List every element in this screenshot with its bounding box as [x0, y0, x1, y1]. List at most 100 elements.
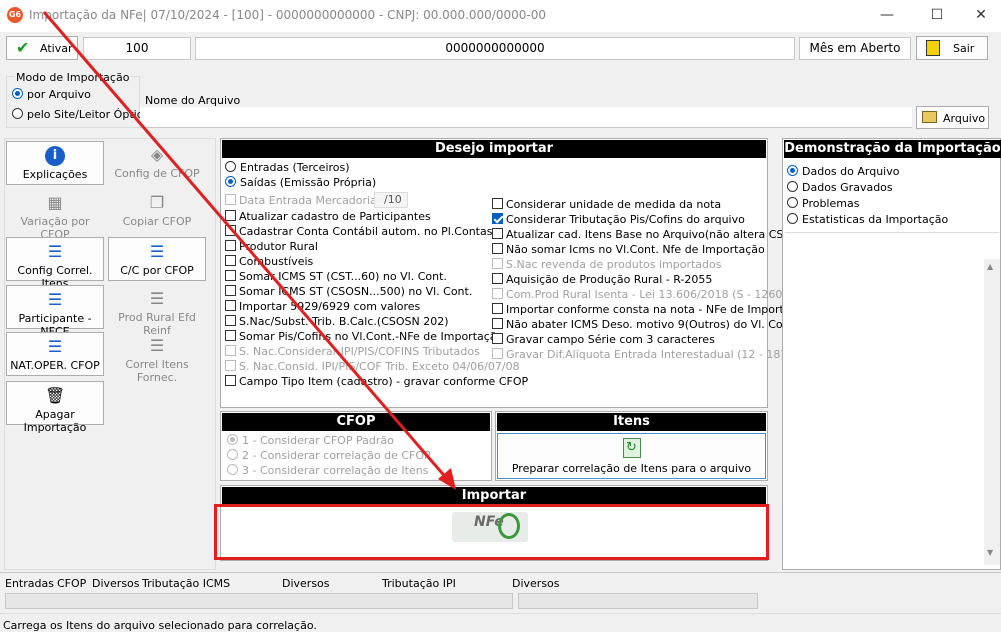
file-name-input[interactable]	[140, 107, 912, 128]
left-checkbox-9[interactable]: Somar Pis/Cofins no Vl.Cont.-NFe de Impo…	[225, 330, 503, 343]
apagar-importacao-label: Apagar Importação	[23, 408, 87, 434]
cc-por-cfop-button[interactable]: ☰ C/C por CFOP	[108, 237, 206, 281]
checkbox-icon	[225, 300, 236, 311]
cfop-opt3-label: 3 - Considerar correlação de Itens	[242, 464, 429, 477]
itens-header: Itens	[497, 413, 766, 431]
checkbox-icon	[225, 375, 236, 386]
scroll-down-icon[interactable]: ▼	[987, 548, 993, 557]
tree-icon: ◈	[150, 145, 164, 164]
arquivo-label: Arquivo	[943, 112, 986, 125]
checkbox-icon	[492, 243, 503, 254]
right-checkbox-label: Considerar unidade de medida da nota	[506, 198, 722, 211]
right-checkbox-4[interactable]: Não somar Icms no Vl.Cont. Nfe de Import…	[492, 243, 765, 256]
apagar-importacao-button[interactable]: 🗑 Apagar Importação	[6, 381, 104, 434]
scroll-up-icon[interactable]: ▲	[987, 262, 993, 271]
checkbox-icon	[225, 330, 236, 341]
nfe-import-button[interactable]: NFe	[452, 512, 528, 542]
left-checkbox-7[interactable]: Importar 5929/6929 com valores	[225, 300, 420, 313]
mode-file-radio[interactable]: por Arquivo	[12, 88, 91, 101]
demo-divider	[785, 232, 999, 233]
preparar-correlacao-button[interactable]: ↻ Preparar correlação de Itens para o ar…	[497, 433, 766, 479]
participante-nfce-button[interactable]: ☰Participante - NFCE	[6, 285, 104, 338]
list-icon: ☰	[149, 336, 165, 355]
left-checkbox-label: Combustíveis	[239, 255, 314, 268]
config-correl-itens-button[interactable]: ☰ Config Correl. Itens	[6, 237, 104, 290]
left-checkbox-6[interactable]: Somar ICMS ST (CSOSN...500) no Vl. Cont.	[225, 285, 472, 298]
left-checkbox-label: S. Nac.Consid. IPI/PIS/COF Trib. Exceto …	[239, 360, 520, 373]
checkbox-icon	[492, 258, 503, 269]
left-checkbox-12[interactable]: Campo Tipo Item (cadastro) - gravar conf…	[225, 375, 528, 388]
nat-oper-cfop-button[interactable]: ☰ NAT.OPER. CFOP	[6, 332, 104, 376]
copiar-cfop-label: Copiar CFOP	[122, 215, 192, 228]
cfop-opt1-radio: 1 - Considerar CFOP Padrão	[227, 434, 394, 447]
demo-problemas-radio[interactable]: Problemas	[787, 197, 859, 210]
left-checkbox-label: Importar 5929/6929 com valores	[239, 300, 421, 313]
mode-site-radio[interactable]: pelo Site/Leitor Óptico	[12, 108, 149, 121]
edit-list-icon: ☰	[149, 289, 165, 308]
trash-icon: 🗑	[45, 386, 66, 405]
summary-entradas: Entradas	[5, 577, 54, 590]
close-button[interactable]: ✕	[958, 0, 1001, 30]
radio-selected-icon	[12, 88, 23, 99]
left-checkbox-1[interactable]: Atualizar cadastro de Participantes	[225, 210, 431, 223]
entradas-radio[interactable]: Entradas (Terceiros)	[225, 161, 350, 174]
demo-scrollbar[interactable]: ▲ ▼	[984, 259, 1000, 565]
right-checkbox-9[interactable]: Não abater ICMS Deso. motivo 9(Outros) d…	[492, 318, 797, 331]
checkbox-icon	[492, 273, 503, 284]
company-code: 100	[83, 37, 191, 60]
right-checkbox-3[interactable]: Atualizar cad. Itens Base no Arquivo(não…	[492, 228, 794, 241]
checkbox-icon	[225, 194, 236, 205]
title-bar: G6 Importação da NFe| 07/10/2024 - [100]…	[0, 0, 1001, 32]
checkbox-icon	[225, 360, 236, 371]
copy-icon: ❐	[149, 193, 165, 212]
right-checkbox-2[interactable]: Considerar Tributação Pis/Cofins do arqu…	[492, 213, 745, 226]
summary-diversos-2: Diversos	[282, 577, 330, 590]
demo-opt1-label: Dados do Arquivo	[802, 165, 900, 178]
right-checkbox-8[interactable]: Importar conforme consta na nota - NFe d…	[492, 303, 787, 316]
left-checkbox-4[interactable]: Combustíveis	[225, 255, 313, 268]
left-checkbox-label: Somar ICMS ST (CST...60) no Vl. Cont.	[239, 270, 447, 283]
left-checkbox-label: Produtor Rural	[239, 240, 318, 253]
folder-icon	[922, 111, 937, 123]
arquivo-button[interactable]: Arquivo	[916, 106, 989, 129]
explicacoes-button[interactable]: i Explicações	[6, 141, 104, 185]
summary-progress-1	[5, 593, 513, 609]
maximize-button[interactable]: ☐	[914, 0, 960, 30]
left-checkbox-3[interactable]: Produtor Rural	[225, 240, 318, 253]
preparar-correlacao-label: Preparar correlação de Itens para o arqu…	[511, 462, 752, 475]
left-checkbox-label: Cadastrar Conta Contábil autom. no Pl.Co…	[239, 225, 493, 238]
demo-dados-gravados-radio[interactable]: Dados Gravados	[787, 181, 893, 194]
sair-button[interactable]: Sair	[916, 36, 988, 60]
radio-icon	[787, 213, 798, 224]
left-checkbox-2[interactable]: Cadastrar Conta Contábil autom. no Pl.Co…	[225, 225, 492, 238]
left-checkbox-11: S. Nac.Consid. IPI/PIS/COF Trib. Exceto …	[225, 360, 520, 373]
right-checkbox-1[interactable]: Considerar unidade de medida da nota	[492, 198, 721, 211]
right-checkbox-6[interactable]: Aquisição de Produção Rural - R-2055	[492, 273, 712, 286]
left-checkbox-5[interactable]: Somar ICMS ST (CST...60) no Vl. Cont.	[225, 270, 447, 283]
checkbox-icon	[492, 318, 503, 329]
summary-cfop: CFOP	[57, 577, 87, 590]
demo-dados-arquivo-radio[interactable]: Dados do Arquivo	[787, 165, 899, 178]
left-checkbox-8[interactable]: S.Nac/Subst. Trib. B.Calc.(CSOSN 202)	[225, 315, 449, 328]
minimize-button[interactable]: —	[864, 0, 910, 30]
checkbox-icon	[225, 345, 236, 356]
summary-diversos-1: Diversos	[92, 577, 140, 590]
cfop-header: CFOP	[222, 413, 490, 431]
right-checkbox-label: Não somar Icms no Vl.Cont. Nfe de Import…	[506, 243, 765, 256]
right-checkbox-7: Com.Prod Rural Isenta - Lei 13.606/2018 …	[492, 288, 787, 301]
correl-itens-fornec-label: Correl Itens Fornec.	[125, 358, 189, 384]
radio-icon	[225, 161, 236, 172]
demo-estatisticas-radio[interactable]: Estatisticas da Importação	[787, 213, 948, 226]
checkbox-icon	[225, 315, 236, 326]
info-icon: i	[45, 146, 65, 166]
demo-opt4-label: Estatisticas da Importação	[802, 213, 949, 226]
right-checkbox-10[interactable]: Gravar campo Série com 3 caracteres	[492, 333, 715, 346]
checkbox-icon	[492, 333, 503, 344]
mode-file-label: por Arquivo	[27, 88, 91, 101]
radio-icon	[227, 464, 238, 475]
right-checkbox-label: Gravar campo Série com 3 caracteres	[506, 333, 715, 346]
cc-por-cfop-label: C/C por CFOP	[120, 264, 194, 277]
nfe-ring-icon	[498, 513, 520, 539]
saidas-radio[interactable]: Saídas (Emissão Própria)	[225, 176, 376, 189]
ativar-button[interactable]: ✔ Ativar	[6, 36, 78, 60]
